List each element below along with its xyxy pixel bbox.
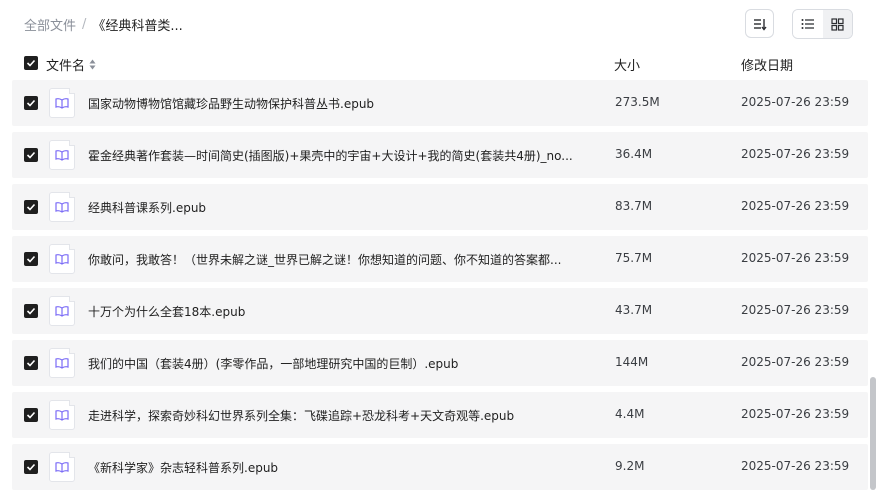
book-file-icon (49, 400, 75, 430)
view-toggle (792, 9, 853, 39)
breadcrumb-separator: / (82, 16, 87, 32)
book-file-icon (49, 452, 75, 482)
book-file-icon (49, 296, 75, 326)
breadcrumb: 全部文件 / 《经典科普类... (24, 14, 183, 34)
grid-view-button[interactable] (822, 10, 852, 38)
check-icon (26, 255, 36, 263)
column-header-name[interactable]: 文件名 (46, 55, 96, 74)
file-date: 2025-07-26 23:59 (741, 251, 850, 265)
file-list: 国家动物博物馆馆藏珍品野生动物保护科普丛书.epub 273.5M 2025-0… (12, 80, 868, 495)
file-date: 2025-07-26 23:59 (741, 459, 850, 473)
book-file-icon (49, 348, 75, 378)
file-date: 2025-07-26 23:59 (741, 303, 850, 317)
file-size: 43.7M (615, 303, 653, 317)
book-file-icon (49, 244, 75, 274)
file-size: 273.5M (615, 95, 660, 109)
row-checkbox[interactable] (24, 304, 38, 318)
file-size: 75.7M (615, 251, 653, 265)
row-checkbox[interactable] (24, 96, 38, 110)
file-name[interactable]: 我们的中国（套装4册）(李零作品，一部地理研究中国的巨制）.epub (88, 355, 588, 372)
book-file-icon (49, 140, 75, 170)
file-date: 2025-07-26 23:59 (741, 95, 850, 109)
check-icon (26, 59, 36, 67)
file-row[interactable]: 我们的中国（套装4册）(李零作品，一部地理研究中国的巨制）.epub 144M … (12, 340, 868, 386)
check-icon (26, 99, 36, 107)
column-header-name-label: 文件名 (46, 59, 86, 74)
file-row[interactable]: 国家动物博物馆馆藏珍品野生动物保护科普丛书.epub 273.5M 2025-0… (12, 80, 868, 126)
column-header-date[interactable]: 修改日期 (741, 55, 793, 74)
sort-toggle-icon[interactable] (89, 59, 96, 70)
file-size: 83.7M (615, 199, 653, 213)
book-file-icon (49, 192, 75, 222)
breadcrumb-root-link[interactable]: 全部文件 (24, 15, 76, 34)
file-row[interactable]: 十万个为什么全套18本.epub 43.7M 2025-07-26 23:59 (12, 288, 868, 334)
file-date: 2025-07-26 23:59 (741, 355, 850, 369)
check-icon (26, 359, 36, 367)
file-size: 36.4M (615, 147, 653, 161)
file-name[interactable]: 十万个为什么全套18本.epub (88, 303, 588, 320)
column-header-size[interactable]: 大小 (614, 55, 640, 74)
sort-lines-icon (753, 18, 767, 31)
file-row[interactable]: 霍金经典著作套装—时间简史(插图版)+果壳中的宇宙+大设计+我的简史(套装共4册… (12, 132, 868, 178)
table-header: 文件名 大小 修改日期 (12, 52, 868, 76)
book-file-icon (49, 88, 75, 118)
check-icon (26, 307, 36, 315)
row-checkbox[interactable] (24, 148, 38, 162)
file-date: 2025-07-26 23:59 (741, 147, 850, 161)
file-size: 4.4M (615, 407, 645, 421)
file-size: 9.2M (615, 459, 645, 473)
file-row[interactable]: 走进科学，探索奇妙科幻世界系列全集：飞碟追踪+恐龙科考+天文奇观等.epub 4… (12, 392, 868, 438)
file-browser: 全部文件 / 《经典科普类... 文件名 大小 修改日期 国家动物博物馆馆藏珍品… (0, 0, 878, 495)
check-icon (26, 463, 36, 471)
file-row[interactable]: 经典科普课系列.epub 83.7M 2025-07-26 23:59 (12, 184, 868, 230)
check-icon (26, 203, 36, 211)
file-row[interactable]: 《新科学家》杂志轻科普系列.epub 9.2M 2025-07-26 23:59 (12, 444, 868, 490)
row-checkbox[interactable] (24, 408, 38, 422)
row-checkbox[interactable] (24, 252, 38, 266)
select-all-checkbox[interactable] (24, 56, 38, 70)
file-name[interactable]: 国家动物博物馆馆藏珍品野生动物保护科普丛书.epub (88, 95, 588, 112)
check-icon (26, 151, 36, 159)
file-row[interactable]: 你敢问，我敢答！（世界未解之谜_世界已解之谜！你想知道的问题、你不知道的答案都.… (12, 236, 868, 282)
row-checkbox[interactable] (24, 200, 38, 214)
file-name[interactable]: 走进科学，探索奇妙科幻世界系列全集：飞碟追踪+恐龙科考+天文奇观等.epub (88, 407, 588, 424)
scrollbar-thumb[interactable] (870, 377, 876, 490)
sort-button[interactable] (745, 9, 774, 38)
row-checkbox[interactable] (24, 460, 38, 474)
breadcrumb-current-folder: 《经典科普类... (92, 18, 183, 34)
list-view-button[interactable] (793, 10, 823, 38)
file-name[interactable]: 经典科普课系列.epub (88, 199, 588, 216)
file-date: 2025-07-26 23:59 (741, 407, 850, 421)
list-view-icon (801, 19, 814, 29)
file-date: 2025-07-26 23:59 (741, 199, 850, 213)
file-name[interactable]: 你敢问，我敢答！（世界未解之谜_世界已解之谜！你想知道的问题、你不知道的答案都.… (88, 251, 588, 268)
grid-view-icon (831, 17, 844, 31)
file-name[interactable]: 《新科学家》杂志轻科普系列.epub (88, 459, 588, 476)
file-size: 144M (615, 355, 649, 369)
check-icon (26, 411, 36, 419)
row-checkbox[interactable] (24, 356, 38, 370)
file-name[interactable]: 霍金经典著作套装—时间简史(插图版)+果壳中的宇宙+大设计+我的简史(套装共4册… (88, 147, 588, 164)
